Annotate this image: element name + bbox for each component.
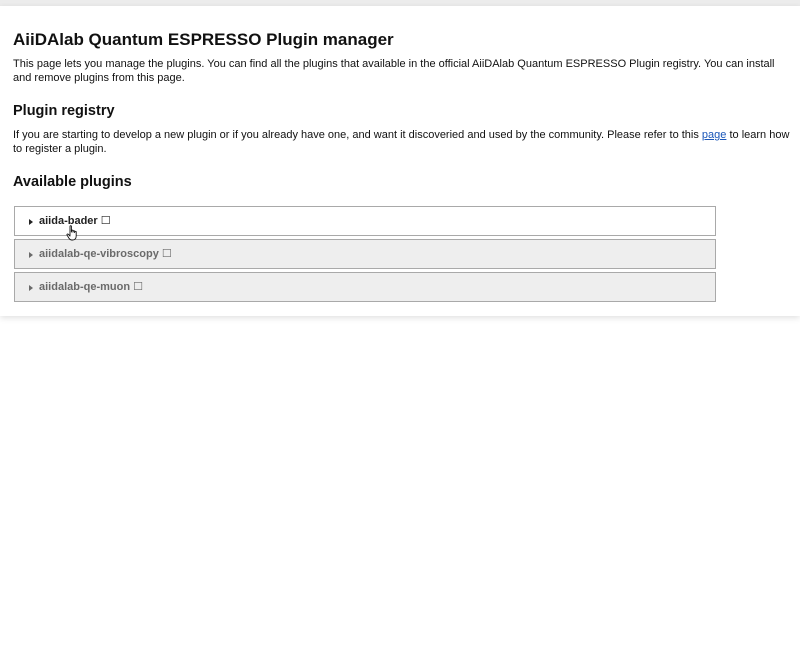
plugin-list: aiida-bader ☐ aiidalab-qe-vibroscopy ☐ a… xyxy=(14,206,716,305)
plugin-manager-card: AiiDAlab Quantum ESPRESSO Plugin manager… xyxy=(0,6,800,316)
caret-right-icon xyxy=(29,251,33,258)
plugin-row-aiidalab-qe-muon[interactable]: aiidalab-qe-muon ☐ xyxy=(14,272,716,302)
plugin-name: aiidalab-qe-muon xyxy=(39,281,131,293)
page-title: AiiDAlab Quantum ESPRESSO Plugin manager xyxy=(13,30,394,49)
caret-right-icon xyxy=(29,284,33,291)
plugin-status-checkbox: ☐ xyxy=(100,215,111,227)
intro-text: This page lets you manage the plugins. Y… xyxy=(13,58,775,84)
caret-right-icon xyxy=(29,218,33,225)
plugin-name: aiida-bader xyxy=(39,215,98,227)
registry-text: If you are starting to develop a new plu… xyxy=(13,128,793,156)
plugin-name: aiidalab-qe-vibroscopy xyxy=(39,248,159,260)
available-plugins-heading: Available plugins xyxy=(13,174,132,190)
plugin-status-checkbox: ☐ xyxy=(133,281,143,293)
plugin-row-aiida-bader[interactable]: aiida-bader ☐ xyxy=(14,206,716,236)
plugin-row-aiidalab-qe-vibroscopy[interactable]: aiidalab-qe-vibroscopy ☐ xyxy=(14,239,716,269)
registry-text-before: If you are starting to develop a new plu… xyxy=(13,129,702,141)
registry-heading: Plugin registry xyxy=(13,103,115,119)
plugin-status-checkbox: ☐ xyxy=(161,248,172,260)
registry-page-link[interactable]: page xyxy=(702,129,726,141)
